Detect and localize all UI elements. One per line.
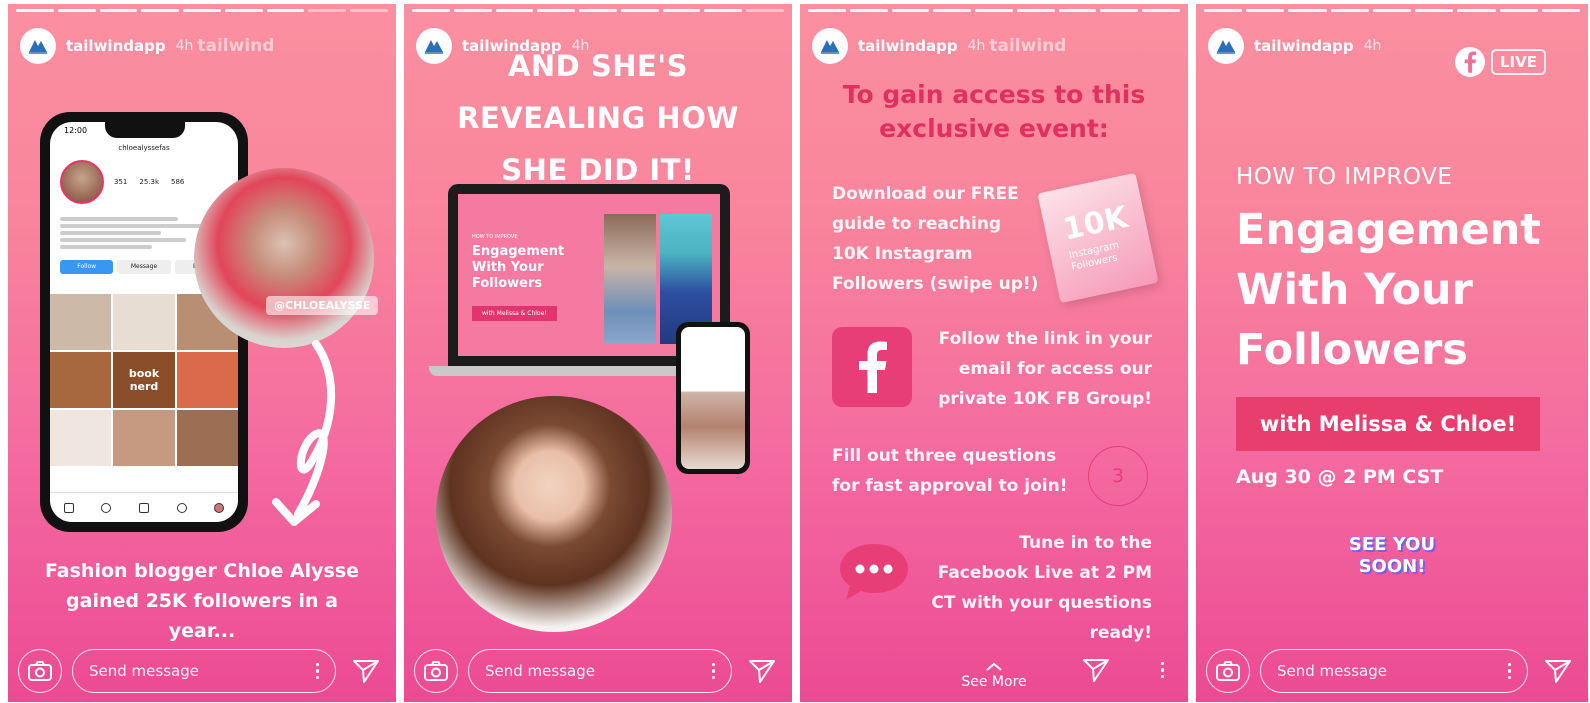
- story-headline: AND SHE'S REVEALING HOW SHE DID IT!: [457, 49, 739, 187]
- live-label: LIVE: [1491, 49, 1546, 75]
- step-1-text: Download our FREE guide to reaching 10K …: [832, 184, 1039, 294]
- facebook-icon: [1455, 47, 1485, 77]
- camera-icon: [424, 661, 448, 681]
- laptop-title: Engagement With Your Followers: [472, 244, 565, 291]
- facebook-live-badge: LIVE: [1455, 47, 1546, 77]
- step-3-number-badge: 3: [1088, 446, 1148, 506]
- story-card-3[interactable]: tailwindapp 4h tailwind To gain access t…: [800, 4, 1188, 702]
- story-username[interactable]: tailwindapp: [66, 37, 166, 55]
- laptop-pill: with Melissa & Chloe!: [472, 306, 557, 321]
- chevron-up-icon: [986, 662, 1002, 671]
- phone-message-button: Message: [117, 260, 171, 274]
- camera-button[interactable]: [414, 649, 458, 693]
- phone-bottom-nav: [50, 492, 238, 522]
- send-button[interactable]: [742, 651, 782, 691]
- send-button[interactable]: [1076, 650, 1116, 690]
- story-card-1[interactable]: tailwindapp 4h tailwind 12:00 chloealyss…: [8, 4, 396, 702]
- send-button[interactable]: [346, 651, 386, 691]
- tailwind-watermark: tailwind: [989, 36, 1067, 56]
- camera-button[interactable]: [1206, 649, 1250, 693]
- story-card-4[interactable]: tailwindapp 4h LIVE HOW TO IMPROVE Engag…: [1196, 4, 1588, 702]
- event-title: Engagement With Your Followers: [1236, 205, 1541, 375]
- phone-profile-handle: chloealyssefas: [118, 144, 170, 152]
- story-header: tailwindapp 4h tailwind: [812, 26, 1066, 66]
- camera-button[interactable]: [18, 649, 62, 693]
- more-options-icon[interactable]: [315, 662, 319, 680]
- story-header: tailwindapp 4h tailwind: [20, 26, 274, 66]
- story-header: tailwindapp 4h: [1208, 26, 1381, 66]
- story-card-2[interactable]: tailwindapp 4h AND SHE'S REVEALING HOW S…: [404, 4, 792, 702]
- story-username[interactable]: tailwindapp: [858, 37, 958, 55]
- paper-plane-icon: [1083, 659, 1109, 682]
- small-phone-mockup: [676, 322, 750, 474]
- tailwind-watermark: tailwind: [197, 36, 275, 56]
- paper-plane-icon: [353, 660, 379, 683]
- phone-grid-label: book nerd: [113, 352, 175, 408]
- send-message-input[interactable]: Send message: [72, 649, 336, 693]
- send-message-placeholder: Send message: [89, 662, 199, 680]
- phone-follow-button: Follow: [60, 260, 114, 274]
- story-progress: [808, 9, 1181, 12]
- phone-mockup: 12:00 chloealyssefas 351 25.3k 586 Follo…: [40, 112, 248, 532]
- story-progress: [16, 9, 389, 12]
- story-reply-bar: Send message: [1206, 648, 1578, 694]
- phone-stat-following: 586: [171, 178, 185, 186]
- tailwind-logo-avatar[interactable]: [1208, 28, 1244, 64]
- send-message-placeholder: Send message: [485, 662, 595, 680]
- tailwind-logo-avatar[interactable]: [812, 28, 848, 64]
- ebook-cover: 10K Instagram Followers: [1037, 172, 1159, 304]
- event-kicker: HOW TO IMPROVE: [1236, 164, 1453, 190]
- phone-profile-avatar: [60, 160, 104, 204]
- story-time: 4h: [1363, 38, 1382, 54]
- phone-stat-followers: 25.3k: [139, 178, 160, 186]
- send-message-placeholder: Send message: [1277, 662, 1387, 680]
- event-date: Aug 30 @ 2 PM CST: [1236, 466, 1444, 488]
- tailwind-logo-avatar[interactable]: [20, 28, 56, 64]
- story-time: 4h: [175, 38, 194, 54]
- more-options-icon[interactable]: [711, 662, 715, 680]
- more-options-icon[interactable]: [1160, 661, 1164, 678]
- melissa-circle-photo: [436, 396, 672, 632]
- see-you-soon-sticker: SEE YOU SOON!: [1348, 534, 1436, 577]
- send-button[interactable]: [1538, 651, 1578, 691]
- story-username[interactable]: tailwindapp: [1254, 37, 1354, 55]
- see-more-label: See More: [961, 674, 1027, 690]
- laptop-kicker: HOW TO IMPROVE: [472, 234, 518, 240]
- story-progress: [412, 9, 785, 12]
- chat-bubble-icon: [836, 540, 912, 608]
- see-more-link[interactable]: See More: [800, 662, 1188, 690]
- step-4-text: Tune in to the Facebook Live at 2 PM CT …: [931, 533, 1152, 643]
- paper-plane-icon: [749, 660, 775, 683]
- mention-sticker[interactable]: @CHLOEALYSSE: [266, 296, 379, 315]
- chloe-circle-photo: [194, 168, 374, 348]
- story-reply-bar: Send message: [414, 648, 782, 694]
- step-2-text: Follow the link in your email for access…: [938, 329, 1152, 409]
- paper-plane-icon: [1545, 660, 1571, 683]
- story-headline: To gain access to this exclusive event:: [842, 80, 1146, 143]
- step-3-text: Fill out three questions for fast approv…: [832, 446, 1068, 496]
- story-progress: [1204, 9, 1580, 12]
- facebook-icon: [832, 327, 912, 407]
- story-time: 4h: [967, 38, 986, 54]
- send-message-input[interactable]: Send message: [468, 649, 732, 693]
- more-options-icon[interactable]: [1507, 662, 1511, 680]
- phone-stat-posts: 351: [114, 178, 128, 186]
- story-reply-bar: Send message: [18, 648, 386, 694]
- arrow-doodle-icon: [272, 340, 335, 526]
- camera-icon: [1216, 661, 1240, 681]
- laptop-photo-1: [604, 214, 656, 344]
- send-message-input[interactable]: Send message: [1260, 649, 1528, 693]
- story-caption: Fashion blogger Chloe Alysse gained 25K …: [44, 560, 360, 642]
- event-hosts-pill: with Melissa & Chloe!: [1236, 397, 1540, 451]
- camera-icon: [28, 661, 52, 681]
